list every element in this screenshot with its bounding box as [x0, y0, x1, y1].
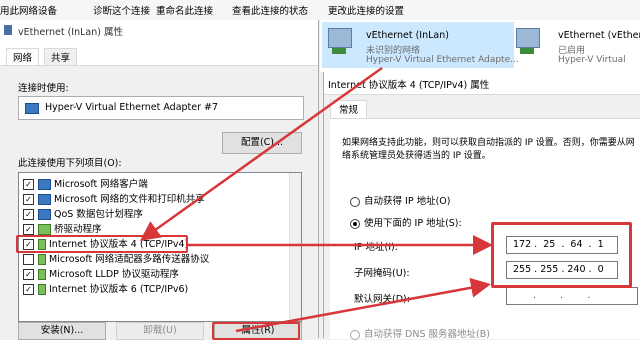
ipv4-item-highlight	[16, 235, 188, 253]
properties-button-highlight	[212, 322, 300, 340]
arrow-to-ipv4-item	[139, 66, 383, 241]
annotation-arrows	[139, 66, 493, 333]
